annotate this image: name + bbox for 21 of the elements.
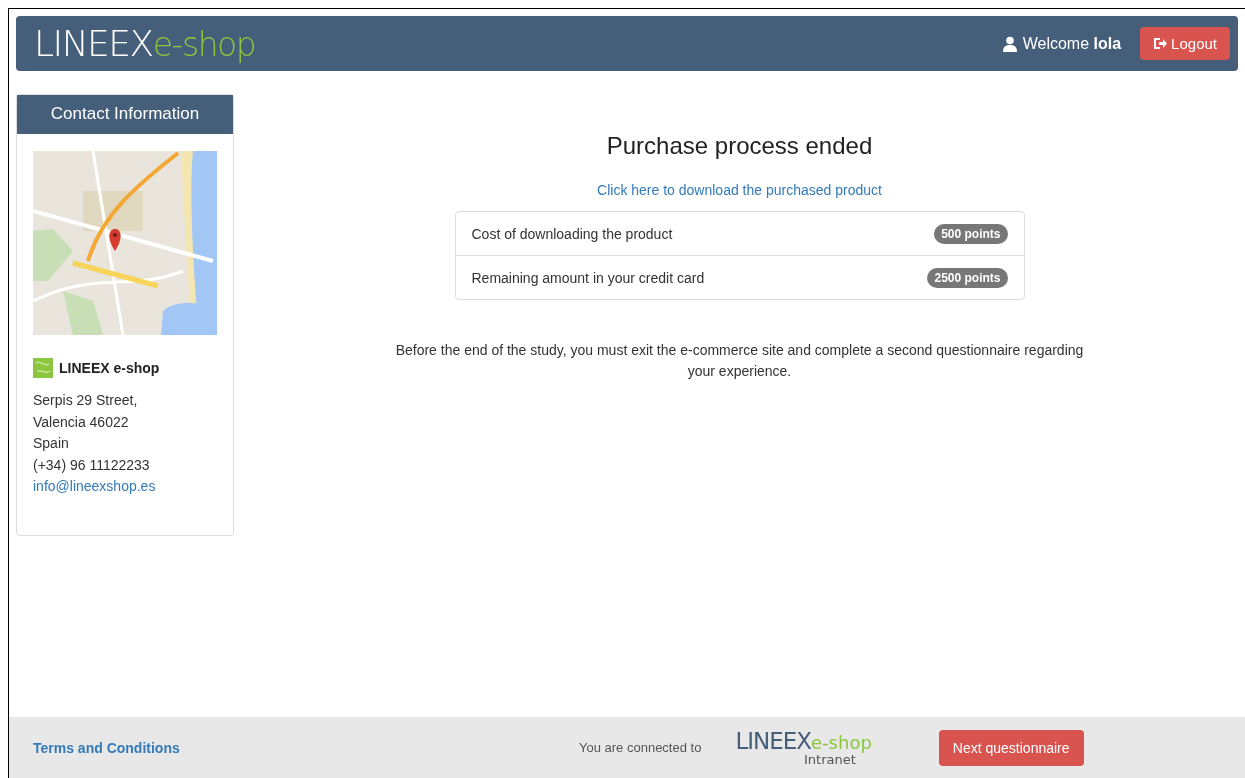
summary-label: Remaining amount in your credit card <box>471 269 705 286</box>
points-badge: 500 points <box>934 223 1008 244</box>
notice-text: Before the end of the study, you must exit the e-commerce site and complete a second questionnaire regarding your experience. <box>394 341 1085 381</box>
logout-icon <box>1153 37 1168 50</box>
next-questionnaire-button[interactable]: Next questionnaire <box>938 729 1084 766</box>
terms-link[interactable]: Terms and Conditions <box>33 739 579 756</box>
panel-title: Contact Information <box>17 95 233 134</box>
welcome-text: Welcome lola <box>1022 34 1122 53</box>
page-heading: Purchase process ended <box>606 132 873 160</box>
points-badge: 2500 points <box>927 267 1008 288</box>
intranet-logo: LINEEXe-shop Intranet <box>735 729 872 766</box>
brand-icon <box>33 358 53 378</box>
company-name: LINEEX e-shop <box>59 360 160 376</box>
summary-label: Cost of downloading the product <box>471 225 673 242</box>
connected-text: You are connected to <box>579 740 702 755</box>
address-text: Serpis 29 Street, Valencia 46022 Spain (+34) 96 11122233 <box>33 391 151 475</box>
logout-button[interactable]: Logout <box>1140 27 1230 60</box>
email-link[interactable]: info@lineexshop.es <box>33 476 156 498</box>
download-link[interactable]: Click here to download the purchased product <box>597 182 882 198</box>
user-icon <box>1001 35 1018 52</box>
logo[interactable]: LINEEXe-shop <box>34 23 256 64</box>
